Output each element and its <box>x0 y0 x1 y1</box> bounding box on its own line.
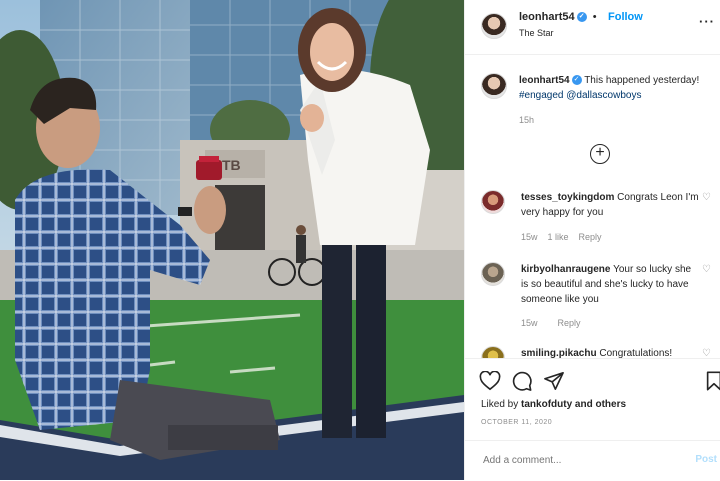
liked-by-suffix[interactable]: and others <box>575 399 626 410</box>
post-comment-button[interactable]: Post <box>695 454 717 465</box>
caption-time: 15h <box>519 115 535 125</box>
heart-icon[interactable] <box>479 371 501 391</box>
avatar[interactable] <box>481 190 505 214</box>
avatar[interactable] <box>481 73 507 99</box>
avatar[interactable] <box>481 262 505 286</box>
header-username[interactable]: leonhart54 <box>519 11 575 23</box>
post-header: leonhart54 ✓ • Follow The Star ··· <box>465 0 720 55</box>
follow-button[interactable]: Follow <box>608 11 643 23</box>
comment-icon[interactable] <box>511 371 533 391</box>
comment-text: Congratulations! <box>599 348 673 358</box>
caption-text-block: leonhart54 ✓ This happened yesterday! #en… <box>519 73 715 103</box>
add-comment-bar: Post <box>465 440 720 481</box>
hashtag-link[interactable]: #engaged <box>519 90 564 101</box>
comment-meta: 15w Reply <box>521 318 591 328</box>
reply-button[interactable]: Reply <box>579 232 602 242</box>
comment-text-block: smiling.pikachu Congratulations! <box>521 346 701 358</box>
comment-time: 15w <box>521 232 538 242</box>
mention-link[interactable]: @dallascowboys <box>566 90 641 101</box>
post-photo: TB <box>0 0 464 480</box>
comment-meta: 15w 1 like Reply <box>521 232 612 242</box>
reply-button[interactable]: Reply <box>558 318 581 328</box>
verified-badge-icon: ✓ <box>576 12 587 23</box>
liked-by-prefix: Liked by <box>481 399 519 410</box>
load-more-icon[interactable]: + <box>590 144 610 164</box>
comment-likes[interactable]: 1 like <box>548 232 569 242</box>
heart-icon[interactable]: ♡ <box>702 264 711 275</box>
add-comment-input[interactable] <box>481 454 685 467</box>
liked-by-text: Liked by tankofduty and others <box>481 399 626 410</box>
comment-text-block: tesses_toykingdom Congrats Leon I'm very… <box>521 190 701 220</box>
proposal-photo-illustration: TB <box>0 0 464 480</box>
comment-item: smiling.pikachu Congratulations! ♡ <box>481 346 713 358</box>
heart-icon[interactable]: ♡ <box>702 348 711 358</box>
post-side-panel: leonhart54 ✓ • Follow The Star ··· leonha… <box>464 0 720 480</box>
comment-username[interactable]: tesses_toykingdom <box>521 192 614 203</box>
post-date: OCTOBER 11, 2020 <box>481 419 553 426</box>
heart-icon[interactable]: ♡ <box>702 192 711 203</box>
comment-username[interactable]: kirbyolhanraugene <box>521 264 610 275</box>
header-username-row: leonhart54 ✓ • <box>519 11 597 23</box>
comment-text-block: kirbyolhanraugene Your so lucky she is s… <box>521 262 701 307</box>
avatar[interactable] <box>481 346 505 358</box>
header-subtitle: The Star <box>519 28 554 38</box>
header-separator: • <box>592 11 597 23</box>
caption-text: This happened yesterday! <box>584 75 700 86</box>
avatar[interactable] <box>481 13 507 39</box>
comment-time: 15w <box>521 318 538 328</box>
more-options-icon[interactable]: ··· <box>699 14 715 29</box>
comment-username[interactable]: smiling.pikachu <box>521 348 597 358</box>
caption-username[interactable]: leonhart54 <box>519 75 570 86</box>
verified-badge-icon: ✓ <box>571 75 582 86</box>
bookmark-icon[interactable] <box>705 371 720 391</box>
liked-by-user[interactable]: tankofduty <box>521 399 572 410</box>
building-sign: TB <box>222 157 241 173</box>
share-icon[interactable] <box>543 371 565 391</box>
